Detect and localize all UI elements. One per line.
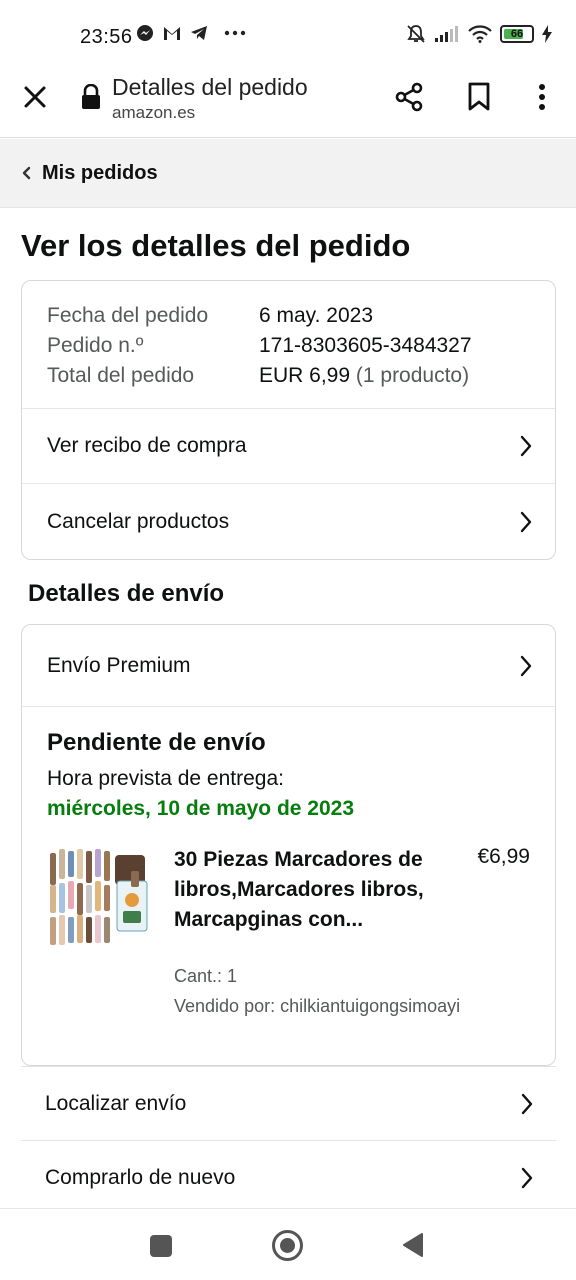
bookmark-icon (468, 82, 490, 111)
product-title-link[interactable]: 30 Piezas Marcadores de libros,Marcadore… (174, 845, 444, 935)
order-summary-card: Fecha del pedido 6 may. 2023 Pedido n.º … (21, 280, 556, 560)
browser-page-title: Detalles del pedido (112, 74, 308, 100)
shipping-method-label: Envío Premium (47, 653, 191, 677)
shipping-card: Envío Premium Pendiente de envío Hora pr… (21, 624, 556, 1066)
home-button[interactable] (272, 1230, 303, 1261)
chevron-right-icon (520, 511, 532, 532)
product-image[interactable] (47, 845, 151, 949)
order-actions: Localizar envío Comprarlo de nuevo (21, 1066, 556, 1214)
order-total-count: (1 producto) (350, 364, 470, 387)
track-shipment-label: Localizar envío (45, 1091, 187, 1115)
order-date-value: 6 may. 2023 (259, 304, 374, 327)
order-date-row: Fecha del pedido 6 may. 2023 (47, 301, 530, 331)
lock-icon (82, 84, 100, 109)
share-icon (395, 82, 423, 112)
share-button[interactable] (390, 78, 428, 116)
order-total-row: Total del pedido EUR 6,99 (1 producto) (47, 361, 530, 391)
system-navigation-bar (0, 1208, 576, 1280)
mute-bell-icon (407, 25, 425, 43)
messenger-icon (137, 25, 153, 41)
order-total-value: EUR 6,99 (1 producto) (259, 361, 469, 391)
browser-toolbar: Detalles del pedido amazon.es (0, 60, 576, 138)
browser-url[interactable]: amazon.es (112, 103, 195, 123)
view-receipt-label: Ver recibo de compra (47, 434, 247, 457)
bookmark-button[interactable] (460, 78, 498, 116)
order-number-row: Pedido n.º 171-8303605-3484327 (47, 331, 530, 361)
view-receipt-link[interactable]: Ver recibo de compra (22, 409, 555, 484)
close-tab-button[interactable] (18, 80, 52, 114)
order-number-label: Pedido n.º (47, 334, 144, 357)
home-icon (280, 1238, 295, 1253)
order-info: Fecha del pedido 6 may. 2023 Pedido n.º … (22, 281, 555, 409)
product-price: €6,99 (477, 845, 530, 868)
chevron-right-icon (521, 1167, 533, 1188)
close-icon (24, 86, 46, 108)
notification-icons (136, 24, 246, 42)
breadcrumb[interactable]: Mis pedidos (0, 139, 576, 208)
breadcrumb-label[interactable]: Mis pedidos (42, 162, 158, 185)
kebab-menu-icon (539, 84, 545, 110)
wifi-icon (468, 25, 492, 43)
delivery-estimate-date: miércoles, 10 de mayo de 2023 (47, 797, 355, 820)
delivery-estimate-label: Hora prevista de entrega: (47, 767, 284, 790)
cancel-products-label: Cancelar productos (47, 509, 230, 533)
page-title: Ver los detalles del pedido (21, 228, 411, 263)
order-number-value: 171-8303605-3484327 (259, 334, 472, 357)
back-button[interactable] (400, 1232, 426, 1258)
recent-apps-button[interactable] (150, 1235, 172, 1257)
order-total-label: Total del pedido (47, 364, 195, 387)
cancel-products-link[interactable]: Cancelar productos (22, 484, 555, 559)
chevron-right-icon (521, 1093, 533, 1114)
product-seller: Vendido por: chilkiantuigongsimoayi (174, 996, 461, 1016)
shipping-section-title: Detalles de envío (28, 580, 225, 607)
shipping-method-link[interactable]: Envío Premium (22, 625, 555, 707)
chevron-right-icon (520, 655, 532, 676)
chevron-right-icon (520, 435, 532, 457)
system-icons: 66 (406, 24, 552, 44)
buy-again-link[interactable]: Comprarlo de nuevo (21, 1140, 556, 1214)
order-total-amount: EUR 6,99 (259, 364, 351, 387)
signal-icon (435, 26, 458, 42)
shipment-status: Pendiente de envío (47, 729, 266, 756)
more-dots-icon (224, 30, 246, 36)
buy-again-label: Comprarlo de nuevo (45, 1165, 236, 1189)
more-options-button[interactable] (524, 78, 560, 116)
telegram-icon (191, 26, 207, 40)
battery-icon: 66 (500, 25, 534, 43)
track-shipment-link[interactable]: Localizar envío (21, 1066, 556, 1140)
gmail-icon (164, 27, 180, 40)
chevron-left-icon (22, 166, 31, 180)
order-date-label: Fecha del pedido (47, 304, 209, 327)
product-quantity: Cant.: 1 (174, 966, 238, 986)
charging-icon (542, 25, 552, 43)
battery-level: 66 (510, 28, 524, 40)
status-time: 23:56 (80, 26, 133, 48)
